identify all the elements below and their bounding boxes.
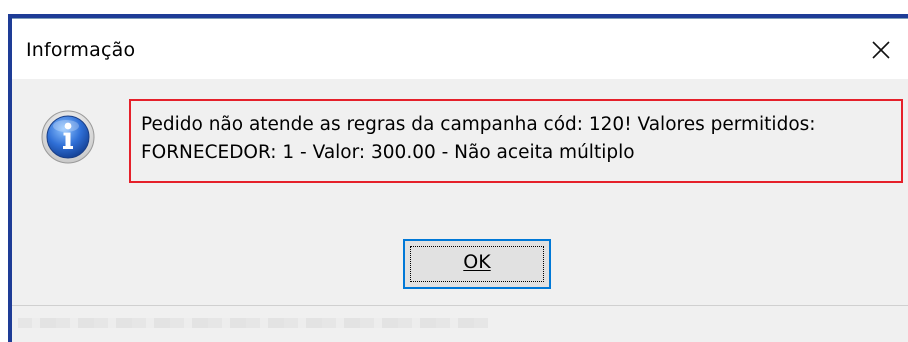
close-icon xyxy=(872,41,890,59)
screenshot-stage: Informação Pedido não atende as regras d… xyxy=(0,0,908,342)
message-line-1: Pedido não atende as regras da campanha … xyxy=(141,114,816,135)
dialog-title: Informação xyxy=(26,39,136,61)
close-button[interactable] xyxy=(864,33,898,67)
ok-button-label: OK xyxy=(463,251,491,273)
message-line-2: FORNECEDOR: 1 - Valor: 300.00 - Não acei… xyxy=(141,142,635,163)
message-highlight-box: Pedido não atende as regras da campanha … xyxy=(129,99,903,183)
dialog-titlebar[interactable]: Informação xyxy=(12,19,908,79)
ok-button[interactable]: OK xyxy=(403,239,551,289)
dialog-footer xyxy=(12,305,908,342)
dialog-body: Pedido não atende as regras da campanha … xyxy=(12,79,908,305)
info-icon xyxy=(40,109,96,165)
information-dialog: Informação Pedido não atende as regras d… xyxy=(12,18,908,342)
blurred-status-text xyxy=(18,318,488,328)
